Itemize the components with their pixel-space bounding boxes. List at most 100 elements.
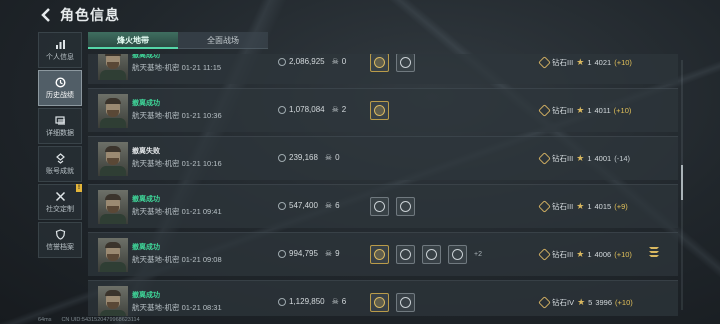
rank-info: 钻石IV ★ 5 3996 (+10)	[538, 296, 633, 309]
page-title: 角色信息	[60, 7, 120, 23]
match-time: 01-21 09:08	[181, 255, 222, 264]
star-icon: ★	[576, 57, 585, 67]
skull-icon: ☠	[331, 297, 339, 306]
rank-emblem-icon	[538, 296, 551, 309]
star-count: 1	[587, 202, 592, 211]
map-and-time: 航天基地-机密 01-21 09:41	[132, 206, 222, 217]
loot-value: 994,795 ☠ 9	[278, 249, 340, 258]
rank-info: 钻石III ★ 1 4001 (-14)	[538, 152, 630, 165]
footer: 64ms CN UID:5431520479968623114	[38, 316, 140, 324]
rank-emblem-icon	[538, 200, 551, 213]
map-and-time: 航天基地-机密 01-21 10:36	[132, 110, 222, 121]
score-delta: (+10)	[613, 106, 632, 115]
money-value: 547,400	[289, 201, 318, 210]
medal-list: +2	[370, 245, 482, 264]
sidebar-item-label: 个人信息	[46, 54, 74, 61]
gold-medal-icon[interactable]	[370, 54, 389, 72]
rank-emblem-icon	[538, 248, 551, 261]
map-and-time: 航天基地-机密 01-21 11:15	[132, 62, 221, 73]
extraction-result: 撤离成功	[132, 196, 160, 203]
achievement-icon	[54, 152, 66, 164]
extraction-result: 撤离成功	[132, 292, 160, 299]
rank-name: 钻石IV	[552, 298, 575, 307]
money-value: 239,168	[289, 153, 318, 162]
match-row[interactable]: 撤离成功 航天基地-机密 01-21 09:41 547,400 ☠ 6 钻石III ★ 1 4…	[88, 184, 678, 228]
star-count: 1	[587, 58, 592, 67]
coin-icon	[278, 57, 286, 66]
extraction-result: 撤离失败	[132, 148, 160, 155]
sidebar-item-5[interactable]: 信誉档案	[38, 222, 82, 258]
gold-medal-icon[interactable]	[370, 293, 389, 312]
rank-name: 钻石III	[552, 250, 574, 259]
sidebar-item-2[interactable]: 详细数据	[38, 108, 82, 144]
skull-icon: ☠	[324, 153, 333, 162]
score-delta: (+10)	[614, 58, 632, 67]
star-icon: ★	[576, 249, 585, 259]
sidebar-item-label: 账号成就	[46, 168, 74, 175]
star-count: 1	[587, 250, 592, 259]
operator-avatar	[98, 94, 128, 128]
map-name: 航天基地-机密	[132, 63, 180, 72]
match-time: 01-21 10:16	[181, 159, 222, 168]
match-row[interactable]: 撤离成功 航天基地-机密 01-21 11:15 2,086,925 ☠ 0 钻石III ★…	[88, 54, 678, 84]
sidebar-item-label: 社交定制	[46, 206, 74, 213]
rank-emblem-icon	[538, 152, 551, 165]
star-count: 1	[587, 154, 592, 163]
medal-icon[interactable]	[396, 245, 415, 264]
medal-icon[interactable]	[396, 54, 415, 72]
coin-icon	[278, 153, 286, 162]
medal-icon[interactable]	[448, 245, 467, 264]
map-name: 航天基地-机密	[132, 255, 180, 264]
back-button[interactable]	[36, 5, 56, 25]
scrollbar-thumb[interactable]	[681, 165, 683, 200]
star-count: 1	[587, 106, 592, 115]
kill-count: 6	[341, 297, 347, 306]
rank-info: 钻石III ★ 1 4015 (+9)	[538, 200, 628, 213]
medal-icon[interactable]	[396, 197, 415, 216]
match-time: 01-21 09:41	[181, 207, 222, 216]
skull-icon: ☠	[331, 57, 339, 66]
rank-score: 4001	[594, 154, 612, 163]
match-row[interactable]: 撤离成功航天基地-机密 01-21 09:08 994,795 ☠ 9 +2 钻石III ★…	[88, 232, 678, 276]
notification-badge: !	[76, 184, 82, 192]
match-row[interactable]: 撤离成功航天基地-机密 01-21 08:31 1,129,850 ☠ 6 钻石IV ★ 5…	[88, 280, 678, 316]
sidebar-item-3[interactable]: 账号成就	[38, 146, 82, 182]
kill-count: 0	[341, 57, 347, 66]
rank-info: 钻石III ★ 1 4006 (+10)	[538, 248, 632, 261]
match-history-list[interactable]: 撤离成功 航天基地-机密 01-21 11:15 2,086,925 ☠ 0 钻石III ★…	[88, 54, 678, 316]
medal-icon[interactable]	[396, 293, 415, 312]
medal-list	[370, 101, 389, 120]
match-row[interactable]: 撤离失败 航天基地-机密 01-21 10:16 239,168 ☠ 0 钻石III ★ 1 4…	[88, 136, 678, 180]
rank-name: 钻石III	[552, 202, 574, 211]
tab-0[interactable]: 烽火地带	[88, 32, 178, 49]
match-time: 01-21 08:31	[181, 303, 222, 312]
match-row[interactable]: 撤离成功 航天基地-机密 01-21 10:36 1,078,084 ☠ 2 钻石III ★…	[88, 88, 678, 132]
sidebar-item-label: 历史战绩	[46, 92, 74, 99]
medal-icon[interactable]	[422, 245, 441, 264]
sidebar-item-4[interactable]: 社交定制!	[38, 184, 82, 220]
shield-icon	[54, 228, 66, 240]
money-value: 2,086,925	[289, 57, 325, 66]
history-clock-icon	[54, 76, 66, 88]
loot-value: 1,129,850 ☠ 6	[278, 297, 346, 306]
coin-icon	[278, 249, 286, 258]
gold-medal-icon[interactable]	[370, 101, 389, 120]
extraction-result: 撤离成功	[132, 244, 160, 251]
medal-icon[interactable]	[370, 197, 389, 216]
rank-info: 钻石III ★ 1 4011 (+10)	[538, 104, 632, 117]
sidebar-item-0[interactable]: 个人信息	[38, 32, 82, 68]
tab-1[interactable]: 全面战场	[178, 32, 268, 49]
rank-name: 钻石III	[552, 58, 574, 67]
bar-chart-icon	[54, 38, 66, 50]
map-and-time: 航天基地-机密 01-21 08:31	[132, 302, 222, 313]
kill-count: 2	[341, 105, 347, 114]
gold-medal-icon[interactable]	[370, 245, 389, 264]
medal-list	[370, 54, 415, 72]
operator-avatar	[98, 142, 128, 176]
extraction-result: 撤离成功	[132, 100, 160, 107]
skull-icon: ☠	[331, 105, 339, 114]
rank-name: 钻石III	[552, 106, 574, 115]
sidebar-item-1[interactable]: 历史战绩	[38, 70, 82, 106]
map-name: 航天基地-机密	[132, 303, 180, 312]
star-count: 5	[588, 298, 593, 307]
